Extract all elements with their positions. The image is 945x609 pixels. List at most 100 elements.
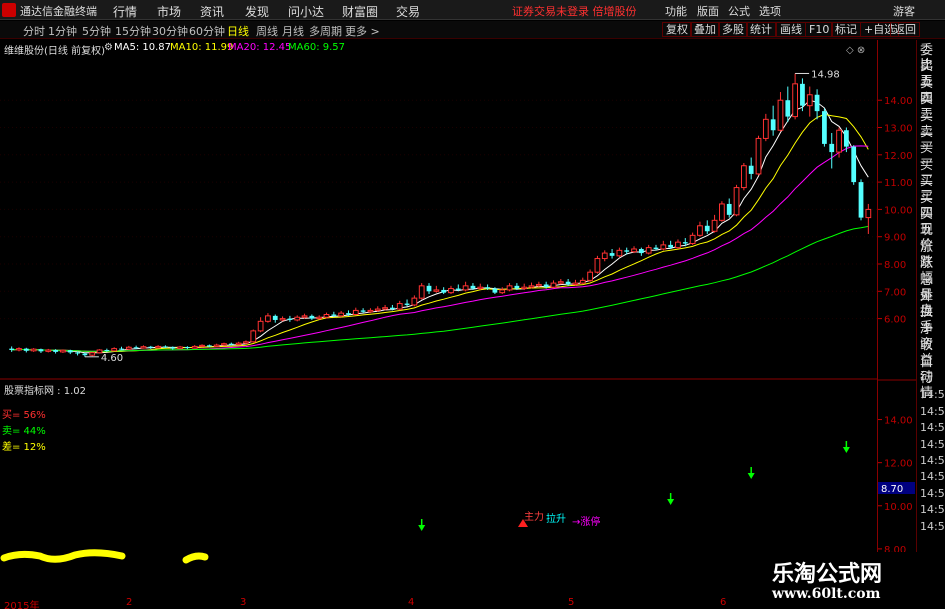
menu-item-market[interactable]: 市场 (157, 3, 181, 20)
period-tab-60min[interactable]: 60分钟 (189, 23, 225, 39)
candle-body (331, 314, 337, 316)
candle-body (822, 111, 827, 144)
menu-item-formula[interactable]: 公式 (728, 3, 750, 19)
menu-item-options[interactable]: 选项 (759, 3, 781, 19)
candle-body (30, 348, 37, 352)
date-axis: 2015年 2 3 4 5 6 (0, 597, 877, 609)
menu-item-quotes[interactable]: 行情 (113, 3, 137, 20)
sub-indicator-chart[interactable] (0, 380, 938, 598)
candle-33 (250, 329, 257, 343)
candle-body (792, 83, 798, 118)
period-tab-more[interactable]: 更多 > (345, 23, 380, 39)
login-notice[interactable]: 证券交易未登录 倍增股份 (512, 3, 637, 19)
period-tab-15min[interactable]: 15分钟 (115, 23, 151, 39)
candle-body (111, 348, 118, 352)
candle-99 (733, 184, 740, 217)
candle-body (528, 285, 535, 288)
candle-body (572, 282, 579, 285)
date-label-feb: 2 (126, 597, 133, 608)
period-toolbar: 分时 1分钟 5分钟 15分钟 30分钟 60分钟 日线 周线 月线 多周期 更… (0, 21, 945, 39)
multi-stock-button[interactable]: 多股 (718, 22, 748, 37)
overlay-button[interactable]: 叠加 (690, 22, 720, 37)
candle-body (719, 203, 725, 221)
candle-body (338, 312, 345, 317)
period-tab-intraday[interactable]: 分时 (23, 23, 45, 39)
watermark-name: 乐淘公式网 (772, 561, 883, 587)
candle-body (418, 285, 425, 299)
candle-body (426, 285, 432, 292)
menu-item-discover[interactable]: 发现 (245, 3, 269, 20)
candle-body (711, 219, 718, 232)
candle-body (770, 119, 776, 131)
highlight-stroke-2 (182, 552, 209, 564)
candle-body (631, 248, 637, 253)
candle-body (221, 343, 227, 346)
adjust-button[interactable]: 复权 (662, 22, 692, 37)
period-tab-monthly[interactable]: 月线 (282, 23, 304, 39)
guest-label[interactable]: 游客 (893, 3, 915, 19)
price-axis: 6.00 7.00 8.00 9.00 10.00 11.00 12.00 13.00 14.0… (877, 40, 917, 609)
menu-item-trade[interactable]: 交易 (396, 3, 420, 20)
period-tab-multi[interactable]: 多周期 (309, 23, 342, 39)
menu-item-layout[interactable]: 版面 (697, 3, 719, 19)
main-chart-panel[interactable]: 14.98 4.60 ◇ ⊗ 维维股份(日线 前复权) ⚙ MA5: 10.87 M… (0, 40, 877, 383)
candle-body (433, 289, 440, 292)
sub-chart-bg (0, 380, 877, 598)
candle-body (485, 287, 490, 289)
candle-body (689, 234, 696, 245)
menu-item-function[interactable]: 功能 (665, 3, 687, 19)
candle-body (287, 318, 293, 320)
candle-body (133, 347, 139, 349)
back-button[interactable]: 返回 (890, 22, 920, 37)
side-panel-item: 14:50 (920, 437, 945, 451)
candle-body (119, 348, 124, 350)
candle-body (624, 250, 630, 252)
period-tab-30min[interactable]: 30分钟 (152, 23, 188, 39)
candle-body (843, 130, 849, 147)
side-panel-item: 14:50 (920, 421, 945, 435)
candle-body (455, 288, 461, 290)
candle-body (89, 352, 96, 356)
menu-item-assistant[interactable]: 问小达 (288, 3, 324, 20)
candle-56 (418, 283, 425, 300)
candle-116 (858, 179, 864, 221)
axis-label-2: 8.00 (884, 260, 906, 271)
sub-axis-label-3: 12.00 (884, 459, 913, 470)
sub-indicator-title: 股票指标网 : 1.02 (4, 386, 86, 397)
axis-label-4: 10.00 (884, 205, 913, 216)
period-tab-weekly[interactable]: 周线 (256, 23, 278, 39)
period-tab-daily[interactable]: 日线 (227, 23, 249, 39)
main-force-annotation: 主力 (524, 512, 544, 523)
sub-indicator-panel[interactable]: 股票指标网 : 1.02 买= 56% 卖= 44% 差= 12% 主力 拉升 … (0, 380, 938, 598)
menu-item-news[interactable]: 资讯 (200, 3, 224, 20)
candle-body (125, 346, 132, 350)
candle-body (587, 271, 593, 281)
candle-body (565, 281, 571, 285)
candle-body (858, 182, 864, 218)
candle-80 (594, 255, 601, 274)
menu-item-wealth[interactable]: 财富圈 (342, 3, 378, 20)
candle-body (800, 83, 805, 106)
candle-body (579, 279, 586, 284)
candle-body (390, 307, 395, 310)
axis-label-7: 13.00 (884, 124, 913, 135)
statistics-button[interactable]: 统计 (746, 22, 776, 37)
ma-settings-icon[interactable]: ⚙ (104, 42, 113, 53)
draw-line-button[interactable]: 画线 (776, 22, 806, 37)
ma60-label: MA60: 9.57 (288, 42, 346, 53)
candle-body (733, 187, 740, 216)
candle-body (851, 146, 857, 183)
candle-body (191, 345, 198, 349)
main-candlestick-chart[interactable]: 14.98 4.60 ◇ ⊗ (0, 40, 877, 380)
candle-body (535, 283, 542, 287)
period-tab-1min[interactable]: 1分钟 (48, 23, 77, 39)
candle-97 (719, 201, 725, 222)
mark-button[interactable]: 标记 (831, 22, 861, 37)
date-label-2015: 2015年 (4, 601, 40, 609)
candle-body (360, 310, 366, 312)
candle-body (250, 330, 257, 343)
f10-button[interactable]: F10 (805, 22, 834, 37)
candle-body (411, 297, 418, 306)
candle-body (785, 100, 791, 117)
period-tab-5min[interactable]: 5分钟 (82, 23, 111, 39)
